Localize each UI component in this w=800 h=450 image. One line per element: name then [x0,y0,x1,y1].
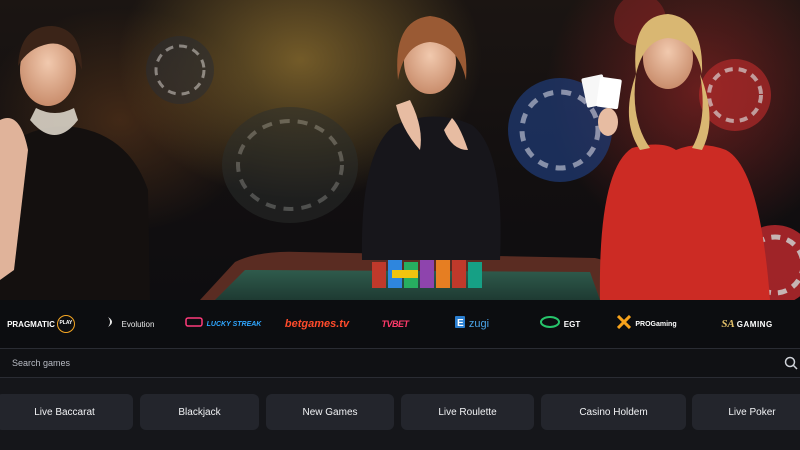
provider-name: Evolution [121,319,155,329]
provider-name: betgames.tv [284,318,350,330]
provider-name: EGT [563,319,581,329]
category-new-games[interactable]: New Games [266,394,394,430]
tvbet-logo-icon: TVBET [381,319,409,329]
search-input[interactable] [0,349,770,377]
category-live-roulette[interactable]: Live Roulette [401,394,534,430]
provider-progaming[interactable]: PROGaming [600,300,694,348]
floating-chip [222,107,358,223]
category-live-baccarat[interactable]: Live Baccarat [0,394,133,430]
dealer-center [361,16,501,260]
hero-banner[interactable] [0,0,800,300]
floating-chip [699,59,771,131]
ezugi-logo-icon: E [454,315,465,333]
provider-evolution[interactable]: Evolution [82,300,178,348]
category-bar: Live Baccarat Blackjack New Games Live R… [0,378,800,450]
dealer-left [0,26,150,300]
category-live-poker[interactable]: Live Poker [692,394,800,430]
provider-name: GAMING [736,319,773,329]
category-casino-holdem[interactable]: Casino Holdem [541,394,686,430]
category-label: Live Poker [728,406,776,418]
progaming-logo-icon [617,314,632,334]
category-label: Blackjack [178,406,221,418]
providers-strip: PRAGMATIC PLAY Evolution LUCKY STREAK be… [0,300,800,348]
floating-chip [146,36,214,104]
search-bar [0,348,800,378]
category-label: Casino Holdem [579,406,648,418]
category-blackjack[interactable]: Blackjack [140,394,259,430]
search-icon[interactable] [784,356,798,370]
provider-lucky-streak[interactable]: LUCKY STREAK [178,300,268,348]
hero-illustration [0,0,800,300]
provider-name: PROGaming [635,320,677,328]
provider-betgames[interactable]: betgames.tv [268,300,366,348]
dealer-right [581,14,770,300]
provider-name: PRAGMATIC [7,319,55,329]
egt-logo-icon [539,315,560,333]
provider-egt[interactable]: EGT [520,300,600,348]
sa-gaming-logo-icon: SA [721,318,735,330]
svg-text:E: E [457,318,464,328]
provider-tvbet[interactable]: TVBET [366,300,424,348]
provider-pragmatic-play[interactable]: PRAGMATIC PLAY [0,300,82,348]
category-label: New Games [302,406,358,418]
pragmatic-play-logo-icon: PLAY [56,315,75,333]
provider-name: zugi [468,318,490,330]
provider-name: LUCKY STREAK [206,320,262,328]
lucky-streak-logo-icon [184,315,203,333]
provider-sa-gaming[interactable]: SA GAMING [694,300,800,348]
category-label: Live Baccarat [34,406,95,418]
category-label: Live Roulette [438,406,497,418]
provider-ezugi[interactable]: E zugi [424,300,520,348]
evolution-logo-icon [106,315,118,333]
